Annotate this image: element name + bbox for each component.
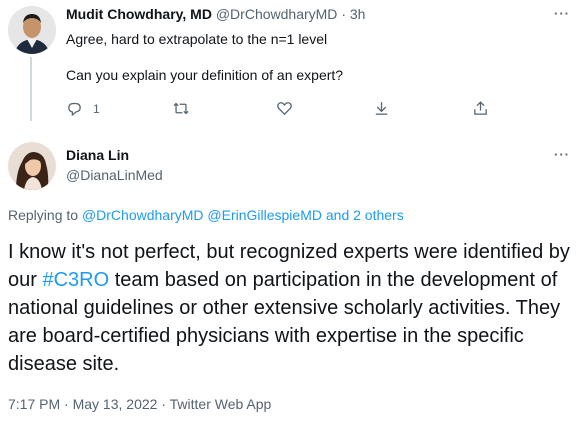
heart-icon <box>277 102 292 116</box>
separator: · <box>341 6 346 22</box>
replying-to: Replying to @DrChowdharyMD @ErinGillespi… <box>8 207 404 223</box>
separator: · <box>161 396 166 412</box>
and-text: and <box>325 207 350 223</box>
tweet-source[interactable]: Twitter Web App <box>170 396 272 412</box>
share-icon <box>474 101 487 115</box>
download-button[interactable] <box>373 100 390 117</box>
mention-link[interactable]: @ErinGillespieMD <box>207 207 322 223</box>
others-link[interactable]: 2 others <box>353 207 404 223</box>
tweet-time[interactable]: 3h <box>350 6 366 22</box>
tweet-date[interactable]: May 13, 2022 <box>73 396 158 412</box>
mention-link[interactable]: @DrChowdharyMD <box>82 207 204 223</box>
author-handle[interactable]: @DianaLinMed <box>66 167 163 183</box>
tweet-text-line: Can you explain your definition of an ex… <box>66 67 344 83</box>
author-name[interactable]: Diana Lin <box>66 147 129 163</box>
reply-count: 1 <box>93 101 100 116</box>
author-handle[interactable]: @DrChowdharyMD <box>216 6 338 22</box>
thread-line <box>30 57 32 121</box>
avatar[interactable] <box>8 6 56 54</box>
more-options-button[interactable]: ··· <box>554 147 570 162</box>
more-options-button[interactable]: ··· <box>554 6 570 21</box>
download-icon <box>375 102 388 115</box>
reply-button[interactable]: 1 <box>66 100 100 117</box>
avatar[interactable] <box>8 142 56 190</box>
separator: · <box>64 396 69 412</box>
retweet-button[interactable] <box>172 100 190 117</box>
avatar-image <box>8 142 56 190</box>
avatar-image <box>8 6 56 54</box>
tweet-time[interactable]: 7:17 PM <box>8 396 60 412</box>
hashtag-link[interactable]: #C3RO <box>42 269 109 291</box>
tweet-body: I know it's not perfect, but recognized … <box>8 238 578 378</box>
author-name[interactable]: Mudit Chowdhary, MD <box>66 6 212 22</box>
share-button[interactable] <box>472 100 489 117</box>
tweet-meta: 7:17 PM · May 13, 2022 · Twitter Web App <box>8 396 271 412</box>
retweet-icon <box>173 102 189 115</box>
reply-icon <box>68 102 81 117</box>
replying-prefix: Replying to <box>8 207 79 223</box>
like-button[interactable] <box>276 100 293 117</box>
tweet-text-line: Agree, hard to extrapolate to the n=1 le… <box>66 31 328 47</box>
